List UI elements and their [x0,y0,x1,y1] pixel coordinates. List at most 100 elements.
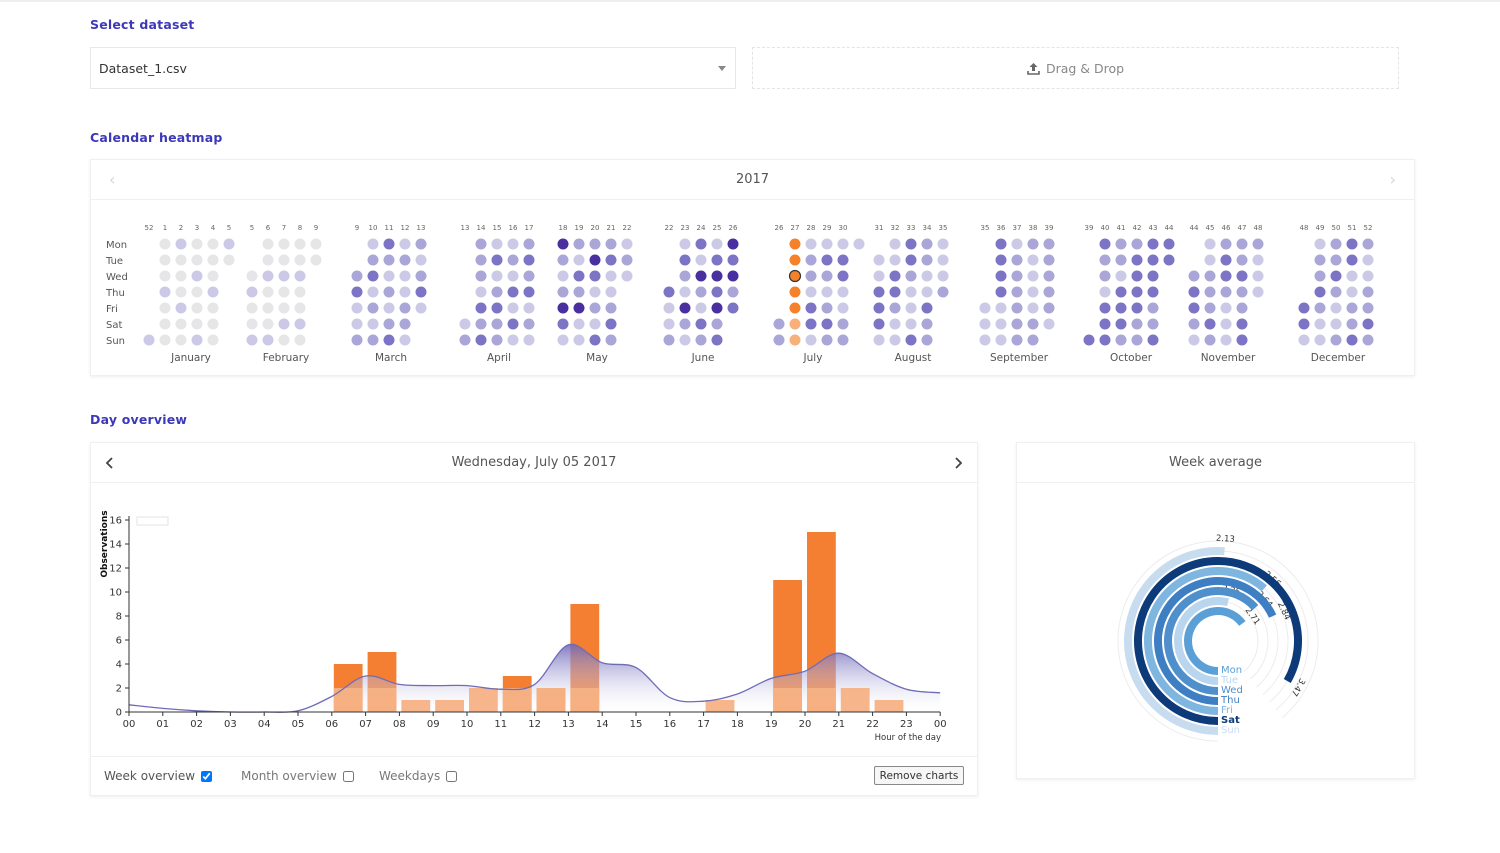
week-number-label: 19 [575,224,584,232]
weekdays-checkbox[interactable] [446,771,458,782]
heatmap-day-cell [727,302,739,314]
week-number-label: 40 [1101,224,1110,232]
week-number-label: 29 [823,224,832,232]
heatmap-day-cell [1252,254,1264,266]
next-day-arrow-icon[interactable] [953,443,963,483]
month-overview-checkbox[interactable] [342,771,354,782]
drag-drop-zone[interactable]: Drag & Drop [752,47,1399,89]
heatmap-day-cell [491,286,503,298]
heatmap-day-cell [475,270,487,282]
heatmap-day-cell [367,302,379,314]
heatmap-weekday-label: Fri [106,304,118,315]
heatmap-day-cell [921,318,933,330]
heatmap-day-cell [995,238,1007,250]
week-overview-option[interactable]: Week overview [104,769,213,783]
x-tick-label: 01 [156,719,169,730]
heatmap-day-cell [1099,302,1111,314]
y-tick-label: 8 [116,612,122,623]
heatmap-day-cell [605,254,617,266]
week-number-label: 25 [713,224,722,232]
heatmap-day-cell [1115,302,1127,314]
heatmap-day-cell [1043,286,1055,298]
heatmap-day-cell [246,286,258,298]
prev-year-arrow-icon[interactable]: ‹ [109,160,115,200]
heatmap-day-cell [1099,238,1111,250]
week-number-label: 8 [298,224,302,232]
heatmap-day-cell [1163,238,1175,250]
heatmap-day-cell [294,302,306,314]
week-number-label: 34 [923,224,932,232]
month-overview-option[interactable]: Month overview [241,769,354,783]
heatmap-day-cell [1099,334,1111,346]
heatmap-day-cell [937,238,949,250]
heatmap-day-cell [557,286,569,298]
heatmap-day-cell [191,302,203,314]
heatmap-day-cell [711,238,723,250]
heatmap-day-cell [605,334,617,346]
heatmap-day-cell [262,318,274,330]
heatmap-day-cell [573,270,585,282]
next-year-arrow-icon[interactable]: › [1390,160,1396,200]
heatmap-day-cell [1131,238,1143,250]
weekdays-label: Weekdays [379,769,441,783]
week-number-label: 41 [1117,224,1126,232]
heatmap-day-cell [995,318,1007,330]
heatmap-day-cell [695,254,707,266]
heatmap-weekday-label: Sun [106,336,125,347]
heatmap-day-cell [805,318,817,330]
heatmap-day-cell [1099,286,1111,298]
heatmap-day-cell [246,334,258,346]
prev-day-arrow-icon[interactable] [105,443,115,483]
remove-charts-button[interactable]: Remove charts [874,766,964,785]
heatmap-day-cell [1027,238,1039,250]
heatmap-month-february: 5 6 7 8 9 February [246,224,322,364]
heatmap-day-cell [246,270,258,282]
heatmap-day-cell [262,270,274,282]
week-number-label: 48 [1300,224,1309,232]
dataset-select[interactable]: Dataset_1.csv [90,47,736,89]
heatmap-day-cell [837,286,849,298]
heatmap-day-cell [294,334,306,346]
heatmap-day-cell [1236,286,1248,298]
week-number-label: 28 [807,224,816,232]
heatmap-day-cell [711,254,723,266]
heatmap-day-cell [1236,254,1248,266]
heatmap-day-cell [821,318,833,330]
x-tick-label: 03 [224,719,237,730]
heatmap-day-cell [695,318,707,330]
week-overview-checkbox[interactable] [201,771,213,782]
heatmap-day-cell [695,270,707,282]
heatmap-day-cell [921,254,933,266]
week-number-label: 45 [1206,224,1215,232]
x-tick-label: 12 [528,719,541,730]
heatmap-day-cell [459,318,471,330]
heatmap-day-cell [889,318,901,330]
dropzone-text: Drag & Drop [1045,61,1125,76]
heatmap-day-cell [310,254,322,266]
heatmap-month-label: January [170,352,211,364]
week-average-bar [874,700,904,712]
heatmap-day-cell [1099,270,1111,282]
heatmap-day-cell [278,286,290,298]
x-tick-label: 17 [697,719,710,730]
day-date-label: Wednesday, July 05 2017 [451,455,617,470]
week-number-label: 39 [1045,224,1054,232]
heatmap-day-cell [207,318,219,330]
heatmap-weekday-label: Sat [106,320,122,331]
heatmap-day-cell [573,334,585,346]
heatmap-day-cell [621,270,633,282]
heatmap-day-cell [1362,334,1374,346]
heatmap-day-cell [873,334,885,346]
heatmap-day-cell [367,238,379,250]
heatmap-day-cell [351,334,363,346]
heatmap-day-cell [294,318,306,330]
heatmap-day-cell [1188,286,1200,298]
weekdays-option[interactable]: Weekdays [379,769,458,783]
heatmap-day-cell [415,270,427,282]
y-tick-label: 14 [109,540,122,551]
heatmap-day-cell [1298,302,1310,314]
heatmap-day-cell [507,302,519,314]
heatmap-day-cell [727,254,739,266]
heatmap-day-cell [1011,270,1023,282]
heatmap-day-cell [1188,302,1200,314]
